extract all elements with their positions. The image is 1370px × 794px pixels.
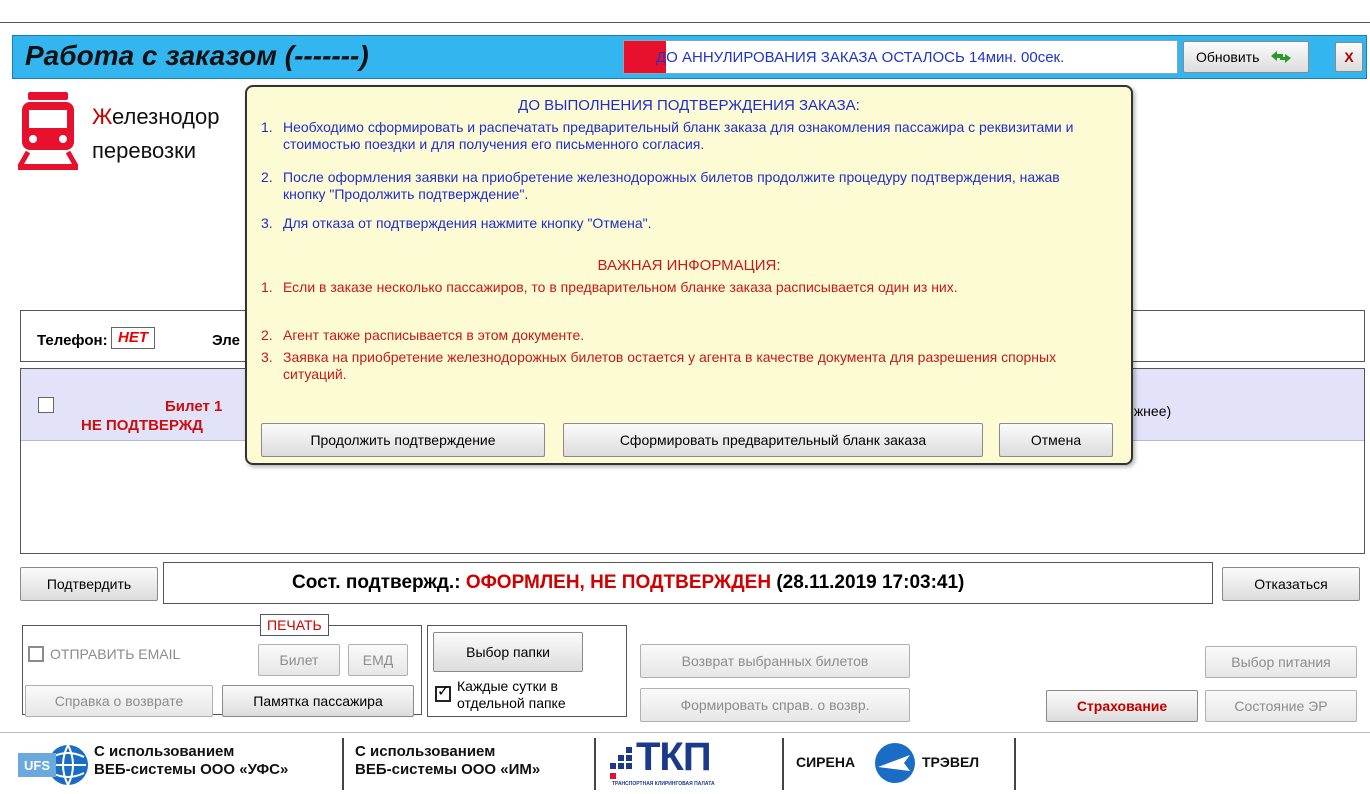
print-legend: ПЕЧАТЬ	[260, 614, 329, 636]
list-item-text: Если в заказе несколько пассажиров, то в…	[283, 279, 958, 295]
sirena-right-text: ТРЭВЕЛ	[922, 754, 980, 770]
insurance-button[interactable]: Страхование	[1046, 690, 1198, 722]
refuse-button[interactable]: Отказаться	[1222, 567, 1360, 601]
refresh-button[interactable]: Обновить	[1183, 41, 1309, 73]
ufs-credit-line1: С использованием	[94, 743, 235, 760]
cancel-button[interactable]: Отмена	[999, 423, 1113, 457]
footer-separator	[594, 738, 596, 790]
service-title-line2: перевозки	[92, 138, 197, 163]
sirena-logo-icon	[875, 743, 915, 783]
train-icon	[18, 92, 78, 170]
im-credit-line1: С использованием	[355, 743, 496, 760]
tkp-logo: ТКП	[636, 735, 712, 779]
send-email-checkbox[interactable]	[28, 646, 44, 662]
title-bar: Работа с заказом (-------) ДО АННУЛИРОВА…	[12, 35, 1367, 79]
service-title-initial: Ж	[92, 104, 113, 129]
status-value: ОФОРМЛЕН, НЕ ПОДТВЕРЖДЕН	[465, 572, 772, 593]
list-item: 3. Для отказа от подтверждения нажмите к…	[261, 215, 1121, 235]
close-button[interactable]: X	[1335, 42, 1363, 72]
dialog-heading-important: ВАЖНАЯ ИНФОРМАЦИЯ:	[597, 257, 781, 274]
status-text: Сост. подтвержд.: ОФОРМЛЕН, НЕ ПОДТВЕРЖД…	[292, 572, 964, 594]
form-preliminary-blank-button[interactable]: Сформировать предварительный бланк заказ…	[563, 423, 983, 457]
footer: UFS С использованием ВЕБ-системы ООО «УФ…	[0, 732, 1370, 794]
dialog-heading-before: ДО ВЫПОЛНЕНИЯ ПОДТВЕРЖДЕНИЯ ЗАКАЗА:	[518, 97, 860, 114]
print-emd-button[interactable]: ЕМД	[348, 644, 408, 676]
list-item-text: После оформления заявки на приобретение …	[283, 169, 1060, 202]
list-item-number: 2.	[261, 327, 273, 343]
continue-confirmation-button[interactable]: Продолжить подтверждение	[261, 423, 545, 457]
daily-folder-label: Каждые сутки в отдельной папке	[457, 678, 566, 712]
send-email-option[interactable]: ОТПРАВИТЬ EMAIL	[28, 646, 180, 662]
email-label: Эле	[212, 332, 240, 349]
service-title-line1: елезнодор	[112, 104, 220, 129]
confirm-button[interactable]: Подтвердить	[20, 567, 158, 601]
service-title: Железнодор перевозки	[92, 100, 219, 168]
confirmation-dialog: ДО ВЫПОЛНЕНИЯ ПОДТВЕРЖДЕНИЯ ЗАКАЗА: 1. Н…	[245, 85, 1133, 465]
confirmation-status: Сост. подтвержд.: ОФОРМЛЕН, НЕ ПОДТВЕРЖД…	[163, 562, 1213, 604]
refund-certificate-button[interactable]: Справка о возврате	[25, 685, 213, 717]
list-item: 1. Если в заказе несколько пассажиров, т…	[261, 279, 1121, 315]
list-item-text: Для отказа от подтверждения нажмите кноп…	[283, 215, 652, 231]
daily-folder-label-line1: Каждые сутки в	[457, 678, 558, 694]
daily-folder-label-line2: отдельной папке	[457, 695, 566, 711]
tkp-subtitle: ТРАНСПОРТНАЯ КЛИРИНГОВАЯ ПАЛАТА	[612, 781, 715, 787]
refresh-label: Обновить	[1196, 49, 1260, 65]
send-email-label: ОТПРАВИТЬ EMAIL	[50, 646, 181, 662]
timer-text: ДО АННУЛИРОВАНИЯ ЗАКАЗА ОСТАЛОСЬ 14мин. …	[656, 49, 1065, 66]
footer-separator	[342, 738, 344, 790]
list-item-number: 1.	[261, 119, 273, 135]
passenger-memo-button[interactable]: Памятка пассажира	[222, 685, 414, 717]
list-item-number: 1.	[261, 279, 273, 295]
list-item-number: 3.	[261, 215, 273, 231]
er-state-button[interactable]: Состояние ЭР	[1205, 690, 1357, 722]
status-time: (28.11.2019 17:03:41)	[776, 572, 965, 593]
tkp-dots-icon	[610, 747, 632, 779]
list-item: 2. Агент также расписывается в этом доку…	[261, 327, 1121, 347]
print-ticket-button[interactable]: Билет	[258, 644, 340, 676]
ufs-credit-line2: ВЕБ-системы ООО «УФС»	[94, 761, 289, 778]
ufs-logo-icon: UFS	[18, 744, 88, 786]
daily-folder-checkbox[interactable]	[435, 683, 451, 702]
ufs-logo-text: UFS	[24, 758, 50, 773]
list-item-number: 2.	[261, 169, 273, 185]
im-credit: С использованием ВЕБ-системы ООО «ИМ»	[355, 743, 540, 779]
form-refund-button[interactable]: Формировать справ. о возвр.	[640, 688, 910, 722]
list-item: 2. После оформления заявки на приобретен…	[261, 169, 1121, 205]
return-selected-button[interactable]: Возврат выбранных билетов	[640, 644, 910, 678]
daily-folder-option[interactable]: Каждые сутки в отдельной папке	[435, 678, 566, 712]
list-item-number: 3.	[261, 349, 273, 365]
sirena-left-text: СИРЕНА	[796, 754, 856, 770]
footer-separator	[1014, 738, 1016, 790]
refresh-icon	[1271, 51, 1292, 63]
footer-separator	[782, 738, 784, 790]
ticket-checkbox[interactable]	[38, 397, 54, 413]
ufs-credit: С использованием ВЕБ-системы ООО «УФС»	[94, 743, 288, 779]
choose-folder-button[interactable]: Выбор папки	[433, 632, 583, 672]
phone-value: НЕТ	[111, 327, 155, 349]
meal-choice-button[interactable]: Выбор питания	[1205, 646, 1357, 678]
top-divider	[0, 22, 1370, 23]
list-item-text: Агент также расписывается в этом докумен…	[283, 327, 585, 343]
list-item: 1. Необходимо сформировать и распечатать…	[261, 119, 1121, 155]
list-item-text: Заявка на приобретение железнодорожных б…	[283, 349, 1057, 382]
window-title: Работа с заказом (-------)	[25, 40, 369, 71]
list-item-text: Необходимо сформировать и распечатать пр…	[283, 119, 1074, 152]
phone-label: Телефон:	[37, 332, 108, 349]
status-prefix: Сост. подтвержд.:	[292, 572, 461, 593]
im-credit-line2: ВЕБ-системы ООО «ИМ»	[355, 761, 541, 778]
cancel-timer: ДО АННУЛИРОВАНИЯ ЗАКАЗА ОСТАЛОСЬ 14мин. …	[623, 40, 1178, 74]
list-item: 3. Заявка на приобретение железнодорожны…	[261, 349, 1121, 385]
